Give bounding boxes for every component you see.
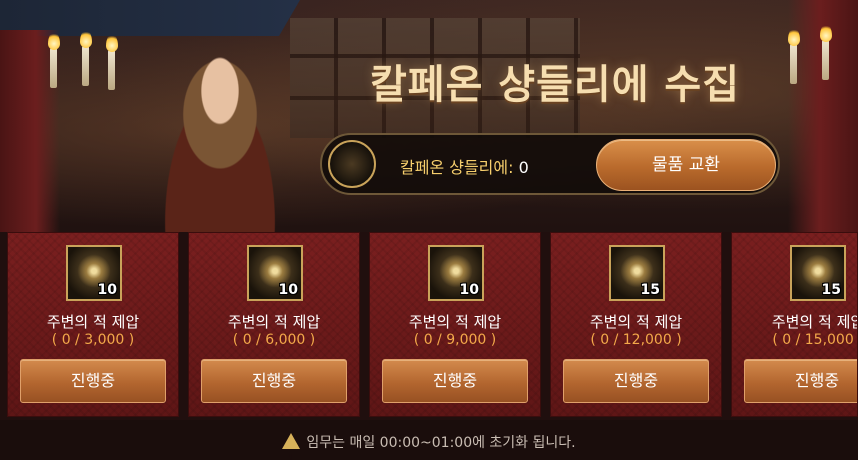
mission-card: 15 주변의 적 제압 ( 0 / 15,000 ) 진행중 — [731, 232, 858, 417]
mission-status-button[interactable]: 진행중 — [382, 359, 528, 403]
reward-item[interactable]: 15 — [790, 245, 846, 301]
candle-flame-decoration — [788, 28, 800, 46]
reward-quantity: 15 — [821, 282, 841, 298]
mission-name: 주변의 적 제압 — [46, 313, 140, 331]
candle-flame-decoration — [820, 24, 832, 42]
warning-icon — [282, 433, 301, 460]
reset-notice: 임무는 매일 00:00~01:00에 초기화 됩니다. — [0, 420, 858, 460]
currency-label: 칼페온 샹들리에: — [400, 158, 519, 177]
mission-status-button[interactable]: 진행중 — [20, 359, 166, 403]
mission-progress: ( 0 / 3,000 ) — [51, 332, 135, 348]
candle-decoration — [822, 40, 829, 80]
candle-decoration — [790, 44, 797, 84]
mission-card: 15 주변의 적 제압 ( 0 / 12,000 ) 진행중 — [550, 232, 722, 417]
mission-name: 주변의 적 제압 — [227, 313, 321, 331]
mission-card: 10 주변의 적 제압 ( 0 / 9,000 ) 진행중 — [369, 232, 541, 417]
reward-item[interactable]: 15 — [609, 245, 665, 301]
character-portrait — [140, 36, 300, 232]
mission-name: 주변의 적 제압 — [771, 313, 858, 331]
mission-name: 주변의 적 제압 — [408, 313, 502, 331]
mission-status-button[interactable]: 진행중 — [201, 359, 347, 403]
mission-name: 주변의 적 제압 — [589, 313, 683, 331]
reset-notice-text: 임무는 매일 00:00~01:00에 초기화 됩니다. — [306, 435, 576, 451]
mission-card: 10 주변의 적 제압 ( 0 / 3,000 ) 진행중 — [7, 232, 179, 417]
mission-progress: ( 0 / 6,000 ) — [232, 332, 316, 348]
reward-quantity: 10 — [97, 282, 117, 298]
mission-progress: ( 0 / 9,000 ) — [413, 332, 497, 348]
mission-list: 10 주변의 적 제압 ( 0 / 3,000 ) 진행중 10 주변의 적 제… — [0, 232, 858, 420]
candle-flame-decoration — [48, 32, 60, 50]
mission-card: 10 주변의 적 제압 ( 0 / 6,000 ) 진행중 — [188, 232, 360, 417]
mission-status-button[interactable]: 진행중 — [563, 359, 709, 403]
reward-item[interactable]: 10 — [428, 245, 484, 301]
currency-count: 0 — [518, 158, 529, 177]
candle-flame-decoration — [106, 34, 118, 52]
chandelier-icon — [328, 140, 376, 188]
currency-panel: 칼페온 샹들리에: 0 물품 교환 — [320, 133, 780, 195]
reward-item[interactable]: 10 — [66, 245, 122, 301]
mission-progress: ( 0 / 12,000 ) — [590, 332, 682, 348]
event-banner: 칼페온 샹들리에 수집 칼페온 샹들리에: 0 물품 교환 — [0, 0, 858, 232]
candle-decoration — [50, 48, 57, 88]
reward-quantity: 15 — [640, 282, 660, 298]
exchange-button[interactable]: 물품 교환 — [596, 139, 776, 191]
event-title: 칼페온 샹들리에 수집 — [369, 62, 741, 108]
reward-quantity: 10 — [278, 282, 298, 298]
mission-status-button[interactable]: 진행중 — [744, 359, 857, 403]
reward-quantity: 10 — [459, 282, 479, 298]
reward-item[interactable]: 10 — [247, 245, 303, 301]
candle-decoration — [82, 46, 89, 86]
currency-count-label: 칼페온 샹들리에: 0 — [400, 154, 529, 178]
candle-decoration — [108, 50, 115, 90]
mission-progress: ( 0 / 15,000 ) — [772, 332, 858, 348]
candle-flame-decoration — [80, 30, 92, 48]
